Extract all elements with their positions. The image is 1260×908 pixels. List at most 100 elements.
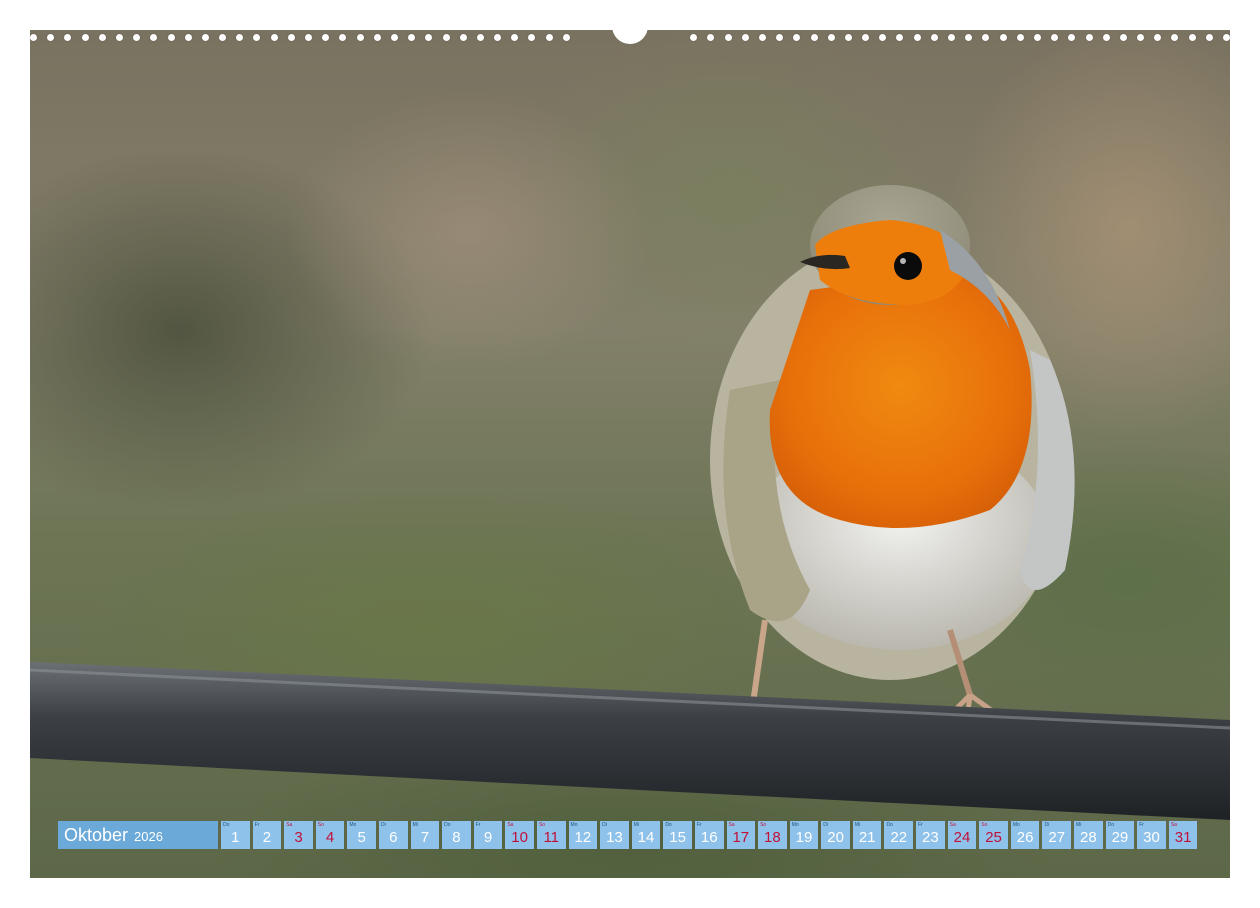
day-number: 21	[858, 829, 876, 846]
day-number: 18	[764, 829, 781, 846]
weekday-abbr: Mi	[854, 822, 861, 828]
calendar-day: Do 15	[663, 821, 692, 849]
binding-hole	[270, 33, 278, 41]
calendar-day: Di 13	[600, 821, 629, 849]
day-number: 10	[511, 829, 528, 846]
weekday-abbr: Sa	[1170, 822, 1177, 828]
binding-hole	[201, 33, 209, 41]
binding-hole	[494, 33, 502, 41]
day-number: 24	[953, 829, 971, 846]
day-number: 13	[606, 829, 623, 846]
calendar-day: Mo 19	[789, 821, 819, 849]
binding-hole	[844, 33, 852, 41]
calendar-day: Mo 5	[347, 821, 376, 849]
day-number: 26	[1016, 829, 1034, 846]
day-number: 19	[795, 829, 813, 846]
weekday-abbr: Mo	[570, 822, 578, 828]
day-number: 7	[420, 829, 430, 846]
day-number: 28	[1079, 829, 1097, 846]
binding-hole	[707, 33, 715, 41]
binding-hole	[896, 33, 904, 41]
calendar-day: Fr 2	[252, 821, 282, 849]
binding-hole	[545, 33, 553, 41]
binding-hole	[511, 33, 519, 41]
weekday-abbr: Fr	[918, 822, 923, 828]
calendar-day: Mi 7	[410, 821, 440, 849]
calendar-day: Mo 12	[568, 821, 598, 849]
calendar-day: So 25	[979, 821, 1008, 849]
calendar-day: Mo 26	[1010, 821, 1040, 849]
day-number: 9	[483, 829, 493, 846]
weekday-abbr: Do	[1107, 822, 1115, 828]
calendar-day: Do 22	[884, 821, 914, 849]
calendar-day: Di 27	[1042, 821, 1072, 849]
binding-holes-right	[690, 33, 1230, 41]
day-number: 17	[732, 829, 750, 846]
day-number: 8	[452, 829, 461, 846]
binding-hole	[390, 33, 398, 41]
binding-hole	[184, 33, 192, 41]
day-number: 20	[827, 829, 844, 846]
binding-hole	[1137, 33, 1145, 41]
binding-hole	[133, 33, 141, 41]
binding-hole	[81, 33, 89, 41]
weekday-abbr: Mo	[791, 822, 799, 828]
day-number: 25	[985, 829, 1002, 846]
binding-hole	[930, 33, 938, 41]
binding-hole	[356, 33, 364, 41]
day-number: 3	[294, 829, 303, 846]
calendar-day: Do 29	[1105, 821, 1135, 849]
weekday-abbr: So	[981, 822, 988, 828]
weekday-abbr: Mi	[633, 822, 639, 828]
binding-hole	[999, 33, 1007, 41]
day-number: 2	[262, 829, 272, 846]
weekday-abbr: So	[760, 822, 767, 828]
binding-hole	[236, 33, 244, 41]
day-number: 16	[700, 829, 718, 846]
binding-hole	[253, 33, 261, 41]
binding-hole	[965, 33, 973, 41]
day-number: 12	[574, 829, 592, 846]
day-number: 5	[357, 829, 366, 846]
binding-holes-left	[30, 33, 570, 41]
binding-hole	[64, 33, 72, 41]
binding-hole	[1171, 33, 1179, 41]
binding-hole	[322, 33, 330, 41]
binding-hole	[1119, 33, 1127, 41]
calendar-day: Fr 23	[916, 821, 945, 849]
binding-hole	[810, 33, 818, 41]
weekday-abbr: Do	[665, 822, 672, 828]
weekday-abbr: Mo	[349, 822, 357, 828]
weekday-abbr: Do	[886, 822, 893, 828]
binding-hole	[287, 33, 295, 41]
calendar-day: Sa 3	[284, 821, 313, 849]
weekday-abbr: Fr	[696, 822, 702, 828]
calendar-day: Mi 28	[1074, 821, 1103, 849]
binding-hole	[150, 33, 158, 41]
day-number: 23	[922, 829, 939, 846]
binding-hole	[1223, 33, 1230, 41]
calendar-day: So 18	[758, 821, 787, 849]
binding-hole	[758, 33, 766, 41]
binding-hole	[219, 33, 227, 41]
binding-hole	[562, 33, 570, 41]
weekday-abbr: Sa	[728, 822, 735, 828]
day-number: 14	[637, 829, 655, 846]
binding-hole	[1205, 33, 1213, 41]
weekday-abbr: Fr	[1139, 822, 1144, 828]
day-number: 31	[1174, 829, 1192, 846]
weekday-abbr: Di	[602, 822, 607, 828]
day-number: 22	[890, 829, 908, 846]
calendar-day: Mi 21	[852, 821, 882, 849]
binding-hole	[690, 33, 698, 41]
calendar-day: Do 1	[221, 821, 250, 849]
binding-hole	[827, 33, 835, 41]
calendar-day: Sa 17	[726, 821, 756, 849]
weekday-abbr: Do	[223, 822, 230, 828]
binding-hole	[167, 33, 175, 41]
weekday-abbr: Mo	[1012, 822, 1020, 828]
day-number: 30	[1143, 829, 1160, 846]
weekday-abbr: Fr	[254, 822, 260, 828]
calendar-day: Sa 31	[1168, 821, 1198, 849]
weekday-abbr: Di	[380, 822, 386, 828]
